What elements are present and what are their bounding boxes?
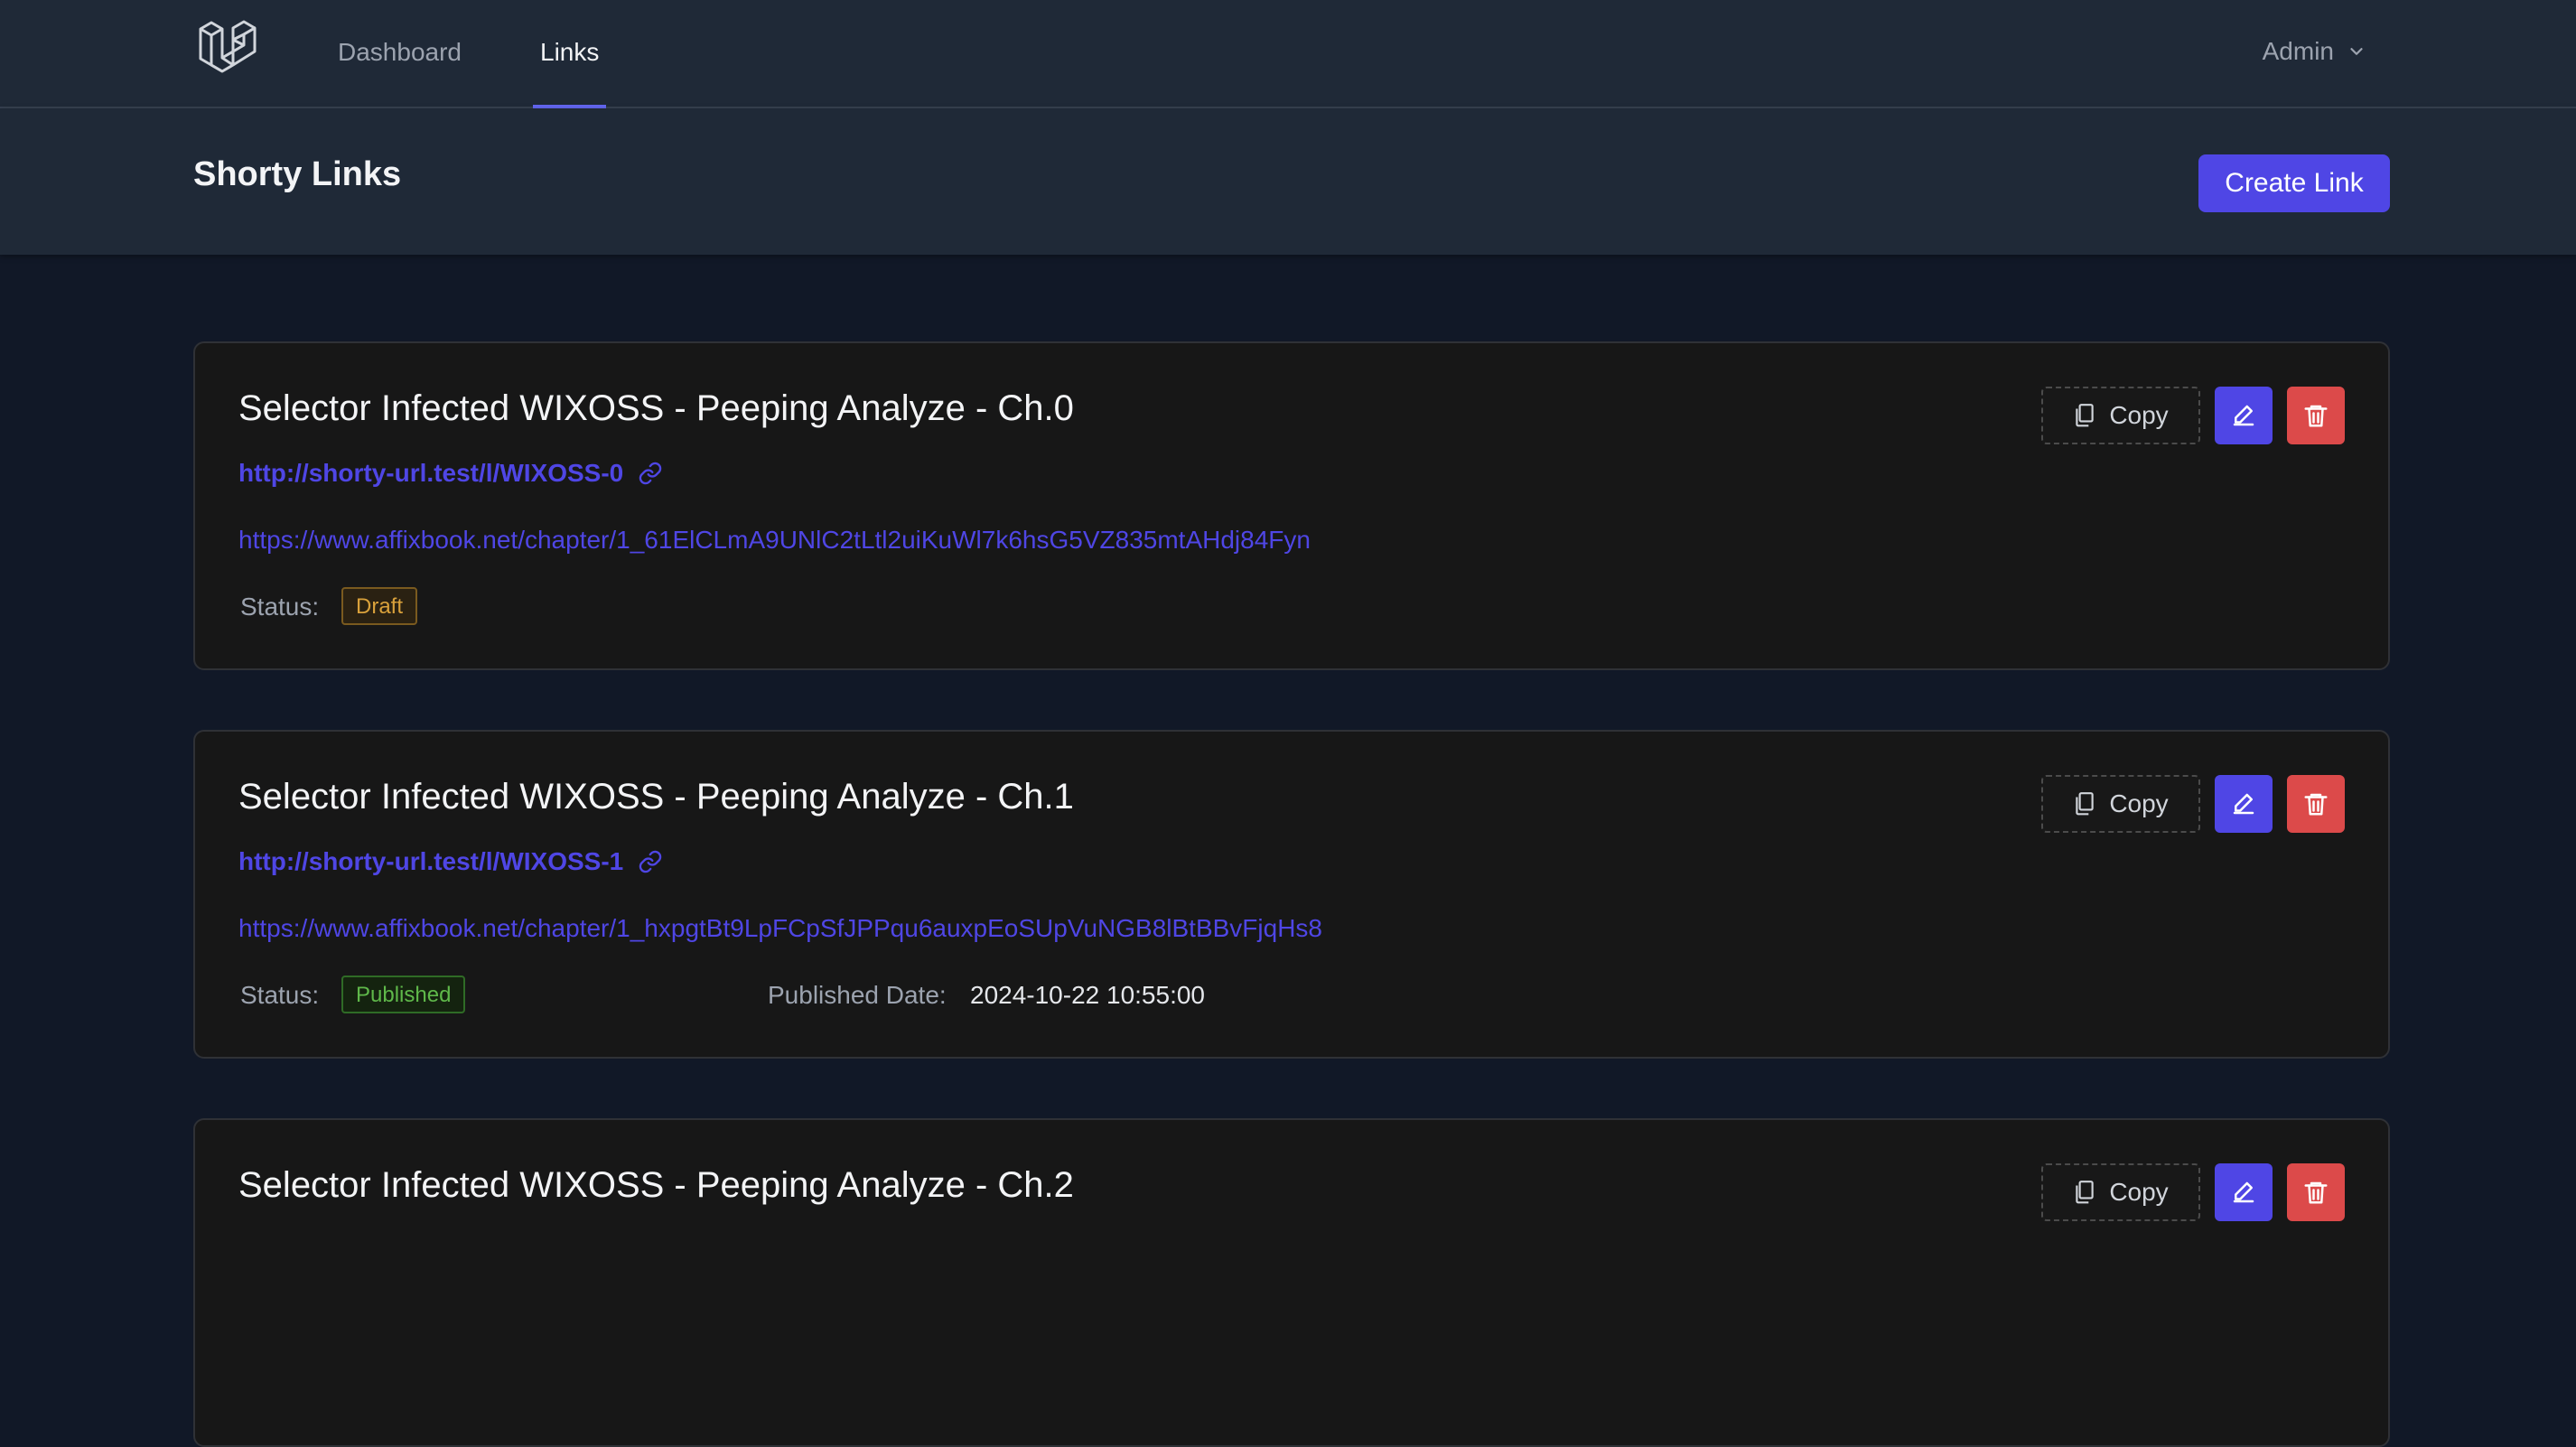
- link-card: Selector Infected WIXOSS - Peeping Analy…: [193, 1118, 2390, 1447]
- short-url-link[interactable]: http://shorty-url.test/l/WIXOSS-0: [238, 459, 663, 488]
- delete-button[interactable]: [2287, 1163, 2345, 1221]
- copy-icon: [2076, 1181, 2095, 1204]
- trash-icon: [2304, 793, 2328, 816]
- copy-button[interactable]: Copy: [2041, 775, 2200, 833]
- edit-button[interactable]: [2215, 775, 2273, 833]
- published-date-label: Published Date:: [768, 981, 947, 1009]
- chevron-down-icon: [2350, 48, 2363, 55]
- card-actions: Copy: [2041, 387, 2345, 444]
- copy-label: Copy: [2109, 789, 2169, 817]
- pencil-icon: [2233, 405, 2254, 426]
- copy-button[interactable]: Copy: [2041, 1163, 2200, 1221]
- copy-icon: [2076, 404, 2095, 427]
- short-url-text: http://shorty-url.test/l/WIXOSS-1: [238, 847, 624, 875]
- published-date-value: 2024-10-22 10:55:00: [970, 981, 1205, 1009]
- short-url-text: http://shorty-url.test/l/WIXOSS-0: [238, 459, 624, 487]
- page-header: Shorty Links Create Link: [0, 108, 2576, 255]
- link-card: Selector Infected WIXOSS - Peeping Analy…: [193, 341, 2390, 670]
- trash-icon: [2304, 1181, 2328, 1204]
- link-title: Selector Infected WIXOSS - Peeping Analy…: [238, 388, 1074, 428]
- user-menu[interactable]: Admin: [2263, 0, 2366, 103]
- nav-link-links[interactable]: Links: [533, 0, 607, 108]
- destination-url-link[interactable]: https://www.affixbook.net/chapter/1_hxpg…: [238, 914, 1322, 943]
- link-card: Selector Infected WIXOSS - Peeping Analy…: [193, 730, 2390, 1059]
- laravel-logo-icon[interactable]: [197, 20, 258, 79]
- status-badge: Published: [341, 976, 466, 1013]
- copy-button[interactable]: Copy: [2041, 387, 2200, 444]
- short-url-link[interactable]: http://shorty-url.test/l/WIXOSS-1: [238, 847, 663, 876]
- edit-button[interactable]: [2215, 1163, 2273, 1221]
- link-title: Selector Infected WIXOSS - Peeping Analy…: [238, 1165, 1074, 1205]
- destination-url-link[interactable]: https://www.affixbook.net/chapter/1_61El…: [238, 526, 1311, 555]
- copy-label: Copy: [2109, 1178, 2169, 1206]
- page-title: Shorty Links: [193, 155, 402, 193]
- create-link-button[interactable]: Create Link: [2198, 154, 2390, 212]
- delete-button[interactable]: [2287, 387, 2345, 444]
- link-icon: [639, 850, 662, 873]
- card-actions: Copy: [2041, 775, 2345, 833]
- status-label: Status:: [240, 593, 320, 621]
- status-badge: Draft: [341, 587, 418, 625]
- user-menu-label: Admin: [2262, 37, 2334, 65]
- edit-button[interactable]: [2215, 387, 2273, 444]
- pencil-icon: [2233, 793, 2254, 815]
- copy-label: Copy: [2109, 401, 2169, 429]
- link-icon: [639, 462, 662, 485]
- pencil-icon: [2233, 1181, 2254, 1203]
- delete-button[interactable]: [2287, 775, 2345, 833]
- trash-icon: [2304, 405, 2328, 427]
- top-navbar: Dashboard Links Admin: [0, 0, 2576, 108]
- nav-link-dashboard[interactable]: Dashboard: [338, 0, 462, 108]
- copy-icon: [2076, 792, 2095, 816]
- link-title: Selector Infected WIXOSS - Peeping Analy…: [238, 777, 1074, 817]
- card-actions: Copy: [2041, 1163, 2345, 1221]
- status-label: Status:: [240, 981, 320, 1009]
